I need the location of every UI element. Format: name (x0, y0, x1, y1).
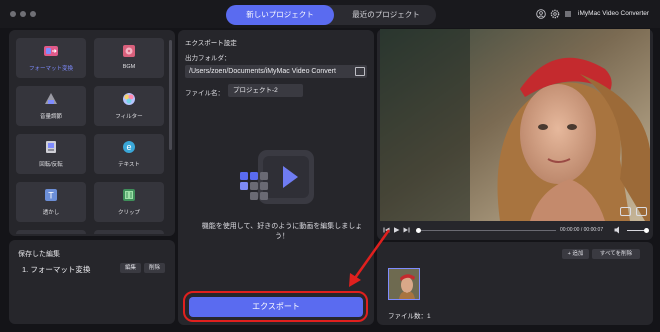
annotation-arrow-icon (349, 229, 391, 287)
